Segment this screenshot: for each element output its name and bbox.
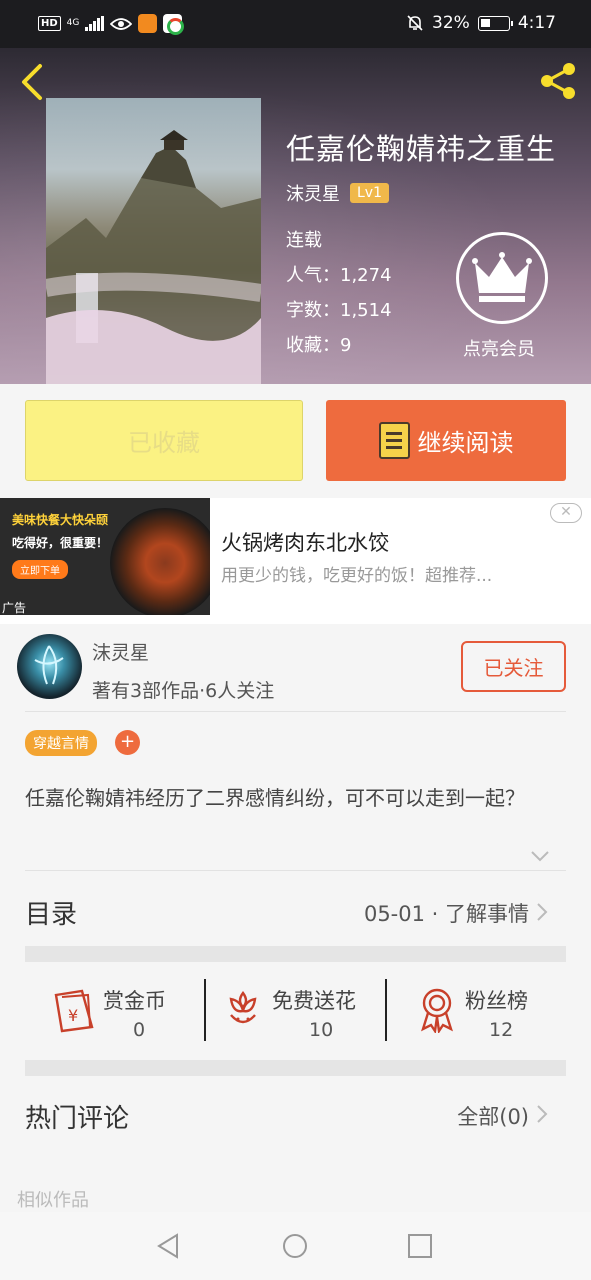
ad-label: 广告 — [2, 601, 27, 615]
avatar[interactable] — [17, 634, 82, 699]
toc-latest-chapter[interactable]: 05-01 · 了解事情 — [364, 898, 529, 928]
close-icon[interactable]: ✕ — [550, 503, 582, 523]
book-author[interactable]: 沫灵星 — [286, 180, 340, 206]
ad-image[interactable]: 美味快餐大快朵颐 吃得好，很重要！ 立即下单 广告 — [0, 498, 210, 615]
flower-icon — [229, 990, 257, 1024]
favorites-stat: 收藏：9 — [286, 331, 351, 357]
toc-label[interactable]: 目录 — [25, 894, 77, 931]
similar-works-label: 相似作品 — [17, 1190, 89, 1211]
book-details: 沫灵星 著有3部作品·6人关注 已关注 穿越言情 + 任嘉伦鞠婧祎经历了二界感情… — [0, 624, 591, 1212]
ad-banner[interactable]: 美味快餐大快朵颐 吃得好，很重要！ 立即下单 广告 火锅烤肉东北水饺 用更少的钱… — [0, 498, 591, 624]
popularity-value: 1,274 — [340, 265, 392, 286]
action-bar: 已收藏 继续阅读 — [0, 384, 591, 498]
recents-nav-icon[interactable] — [407, 1233, 433, 1259]
interaction-stats: ¥ 赏金币 0 免费送花 10 粉丝榜 12 — [25, 965, 566, 1060]
hot-comments-label: 热门评论 — [25, 1104, 130, 1134]
word-count-label: 字数： — [286, 300, 340, 321]
section-separator — [25, 946, 566, 962]
word-count-stat: 字数：1,514 — [286, 296, 392, 322]
reward-coin-stat[interactable]: ¥ 赏金币 0 — [25, 965, 205, 1060]
medal-icon — [421, 988, 453, 1033]
stat-label: 粉丝榜 — [465, 989, 528, 1013]
stat-label: 赏金币 — [103, 989, 166, 1013]
chevron-right-icon[interactable] — [536, 902, 548, 922]
word-count-value: 1,514 — [340, 300, 392, 321]
vip-label[interactable]: 点亮会员 — [463, 335, 535, 361]
divider — [25, 870, 566, 871]
level-badge: Lv1 — [350, 183, 389, 203]
network-type: 4G — [66, 18, 80, 28]
system-nav-bar — [0, 1212, 591, 1280]
bell-off-icon — [407, 15, 423, 31]
signal-icon — [85, 16, 105, 31]
author-meta: 著有3部作品·6人关注 — [92, 680, 275, 702]
stat-value: 0 — [133, 1019, 146, 1041]
crown-icon — [472, 252, 532, 302]
ad-image-headline: 美味快餐大快朵颐 — [12, 513, 109, 527]
clock: 4:17 — [517, 13, 556, 33]
stat-value: 12 — [489, 1019, 514, 1041]
section-separator — [25, 1060, 566, 1076]
book-intro: 任嘉伦鞠婧祎经历了二界感情纠纷，可不可以走到一起？ — [25, 786, 525, 810]
app-notification-icon — [138, 14, 158, 33]
free-flower-stat[interactable]: 免费送花 10 — [207, 965, 385, 1060]
genre-tag[interactable]: 穿越言情 — [25, 730, 97, 756]
app-notification-icon-2 — [163, 14, 185, 35]
continue-reading-button[interactable]: 继续阅读 — [326, 400, 566, 481]
author-name[interactable]: 沫灵星 — [92, 638, 149, 665]
ad-food-image — [110, 508, 210, 615]
chevron-down-icon[interactable] — [530, 850, 550, 862]
book-title: 任嘉伦鞠婧祎之重生 — [286, 132, 557, 166]
popularity-stat: 人气：1,274 — [286, 261, 392, 287]
favorite-button[interactable]: 已收藏 — [25, 400, 303, 481]
book-author-row: 沫灵星 Lv1 — [286, 180, 389, 206]
follow-button[interactable]: 已关注 — [461, 641, 566, 692]
ad-order-button[interactable]: 立即下单 — [12, 560, 68, 579]
back-nav-icon[interactable] — [155, 1232, 181, 1260]
svg-text:¥: ¥ — [68, 1006, 78, 1025]
favorites-label: 收藏： — [286, 335, 340, 356]
status-bar: HD 4G 32% 4:17 — [0, 0, 591, 48]
book-icon — [378, 422, 410, 459]
battery-percent: 32% — [432, 13, 470, 33]
back-icon[interactable] — [16, 62, 50, 102]
stat-value: 10 — [309, 1019, 334, 1041]
book-status: 连载 — [286, 230, 322, 251]
divider — [25, 711, 566, 712]
home-nav-icon[interactable] — [281, 1232, 309, 1260]
ad-description: 用更少的钱，吃更好的饭！超推荐... — [221, 566, 493, 586]
status-right: 32% 4:17 — [406, 13, 556, 33]
vip-button[interactable] — [456, 232, 548, 324]
divider — [204, 979, 206, 1041]
chevron-right-icon[interactable] — [536, 1104, 548, 1124]
book-header: 任嘉伦鞠婧祎之重生 沫灵星 Lv1 连载 人气：1,274 字数：1,514 收… — [0, 48, 591, 384]
favorites-value: 9 — [340, 335, 352, 356]
ad-image-subline: 吃得好，很重要！ — [12, 536, 109, 550]
all-comments-link[interactable]: 全部(0) — [457, 1101, 529, 1131]
battery-icon — [477, 15, 513, 31]
add-tag-button[interactable]: + — [115, 730, 140, 755]
ad-title[interactable]: 火锅烤肉东北水饺 — [221, 527, 389, 557]
divider — [385, 979, 387, 1041]
eye-icon — [110, 17, 133, 30]
continue-reading-label: 继续阅读 — [417, 429, 514, 457]
book-cover[interactable] — [46, 98, 261, 384]
share-icon[interactable] — [537, 60, 579, 102]
fan-ranking-stat[interactable]: 粉丝榜 12 — [388, 965, 566, 1060]
stat-label: 免费送花 — [272, 989, 356, 1013]
hd-indicator: HD — [38, 16, 61, 31]
reward-coin-icon: ¥ — [54, 989, 94, 1033]
status-left: HD 4G — [38, 14, 185, 35]
popularity-label: 人气： — [286, 265, 340, 286]
